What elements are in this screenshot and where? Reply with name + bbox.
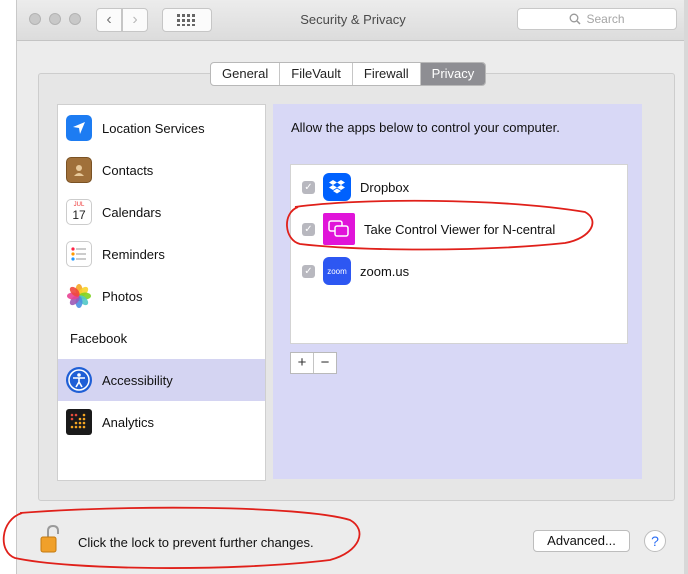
allow-apps-description: Allow the apps below to control your com… [291, 120, 560, 135]
dropbox-icon [323, 173, 351, 201]
privacy-category-list: Location Services Contacts JUL 17 Calend… [57, 104, 266, 481]
take-control-icon [323, 213, 355, 245]
title-bar: ‹ › Security & Privacy Search [17, 0, 688, 41]
sidebar-item-contacts[interactable]: Contacts [58, 149, 265, 191]
app-row-dropbox[interactable]: ✓ Dropbox [291, 167, 627, 207]
zoom-icon: zoom [323, 257, 351, 285]
app-label: Dropbox [360, 179, 410, 195]
app-checkbox-dropbox[interactable]: ✓ [302, 180, 315, 194]
location-arrow-icon [66, 115, 92, 141]
search-placeholder: Search [586, 12, 625, 26]
sidebar-item-label: Facebook [70, 330, 128, 346]
sidebar-item-label: Contacts [102, 162, 154, 178]
sidebar-item-calendars[interactable]: JUL 17 Calendars [58, 191, 265, 233]
sidebar-item-label: Calendars [102, 204, 162, 220]
sidebar-item-label: Accessibility [102, 372, 173, 388]
photos-flower-icon [66, 283, 92, 309]
tab-general[interactable]: General [211, 63, 281, 85]
sidebar-item-location-services[interactable]: Location Services [58, 107, 265, 149]
calendar-icon: JUL 17 [66, 199, 92, 225]
remove-app-button[interactable]: − [314, 353, 336, 373]
add-app-button[interactable]: + [291, 353, 314, 373]
sidebar-item-label: Analytics [102, 414, 155, 430]
app-row-zoom[interactable]: ✓ zoom zoom.us [291, 251, 627, 291]
lock-status-text: Click the lock to prevent further change… [78, 535, 314, 550]
advanced-button[interactable]: Advanced... [533, 530, 630, 552]
app-checkbox-zoom[interactable]: ✓ [302, 264, 315, 278]
app-label: Take Control Viewer for N-central [364, 221, 556, 237]
window-edge [684, 0, 688, 574]
app-list: ✓ Dropbox ✓ Take Control Viewer for N-ce… [290, 164, 628, 344]
sidebar-item-label: Photos [102, 288, 143, 304]
tab-bar: General FileVault Firewall Privacy [210, 62, 487, 86]
accessibility-pane: Allow the apps below to control your com… [273, 104, 642, 479]
accessibility-person-icon [66, 367, 92, 393]
tab-privacy[interactable]: Privacy [420, 63, 486, 85]
app-label: zoom.us [360, 263, 410, 279]
add-remove-control: + − [290, 352, 337, 374]
reminders-list-icon [66, 241, 92, 267]
sidebar-item-analytics[interactable]: Analytics [58, 401, 265, 443]
sidebar-item-label: Location Services [102, 120, 205, 136]
sidebar-item-label: Reminders [102, 246, 165, 262]
sidebar-item-accessibility[interactable]: Accessibility [58, 359, 265, 401]
calendar-day: 17 [72, 208, 86, 222]
zoom-icon-text: zoom [327, 266, 347, 276]
sidebar-item-reminders[interactable]: Reminders [58, 233, 265, 275]
app-checkbox-take-control[interactable]: ✓ [302, 222, 315, 236]
analytics-dots-icon [66, 409, 92, 435]
tab-firewall[interactable]: Firewall [353, 63, 421, 85]
sidebar-item-facebook[interactable]: Facebook [58, 317, 265, 359]
tab-filevault[interactable]: FileVault [280, 63, 353, 85]
search-field[interactable]: Search [517, 8, 677, 30]
search-icon [570, 13, 582, 25]
app-row-take-control[interactable]: ✓ Take Control Viewer for N-central [291, 209, 627, 249]
contacts-book-icon [66, 157, 92, 183]
lock-icon[interactable] [40, 525, 60, 553]
help-button[interactable]: ? [644, 530, 666, 552]
sidebar-item-photos[interactable]: Photos [58, 275, 265, 317]
